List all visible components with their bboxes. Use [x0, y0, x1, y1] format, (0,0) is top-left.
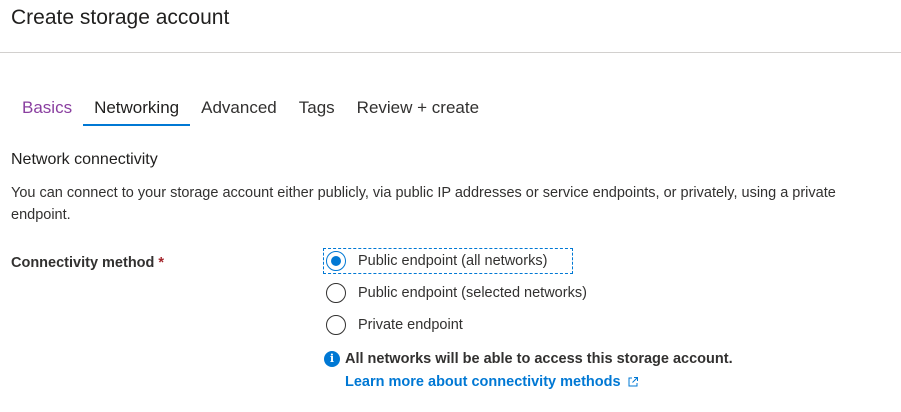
radio-label[interactable]: Private endpoint [358, 314, 463, 336]
learn-more-link[interactable]: Learn more about connectivity methods [345, 371, 733, 393]
radio-unchecked-icon[interactable] [326, 315, 346, 335]
connectivity-method-radio-group: Public endpoint (all networks) Public en… [323, 248, 587, 345]
section-heading: Network connectivity [11, 151, 158, 168]
learn-more-link-text[interactable]: Learn more about connectivity methods [345, 374, 621, 390]
info-text: All networks will be able to access this… [345, 351, 733, 367]
tab-bar: Basics Networking Advanced Tags Review +… [11, 96, 490, 126]
tab-tags[interactable]: Tags [288, 96, 346, 126]
title-divider [0, 52, 901, 53]
section-description: You can connect to your storage account … [11, 185, 836, 223]
external-link-icon[interactable] [627, 376, 639, 388]
tab-review-create[interactable]: Review + create [346, 96, 490, 126]
radio-public-selected-networks[interactable]: Public endpoint (selected networks) [324, 281, 587, 305]
page-title: Create storage account [11, 6, 230, 29]
required-marker: * [158, 255, 165, 271]
radio-public-all-networks[interactable]: Public endpoint (all networks) [323, 248, 573, 274]
radio-label[interactable]: Public endpoint (all networks) [358, 250, 547, 272]
info-icon: i [324, 351, 340, 367]
radio-private-endpoint[interactable]: Private endpoint [324, 313, 587, 337]
info-message: i All networks will be able to access th… [324, 348, 733, 393]
connectivity-method-label: Connectivity method * [11, 252, 164, 274]
tab-advanced[interactable]: Advanced [190, 96, 288, 126]
tab-basics[interactable]: Basics [11, 96, 83, 126]
radio-checked-icon[interactable] [326, 251, 346, 271]
tab-networking[interactable]: Networking [83, 96, 191, 126]
radio-dot [331, 256, 341, 266]
connectivity-method-label-text: Connectivity method [11, 255, 155, 271]
radio-unchecked-icon[interactable] [326, 283, 346, 303]
radio-label[interactable]: Public endpoint (selected networks) [358, 282, 587, 304]
